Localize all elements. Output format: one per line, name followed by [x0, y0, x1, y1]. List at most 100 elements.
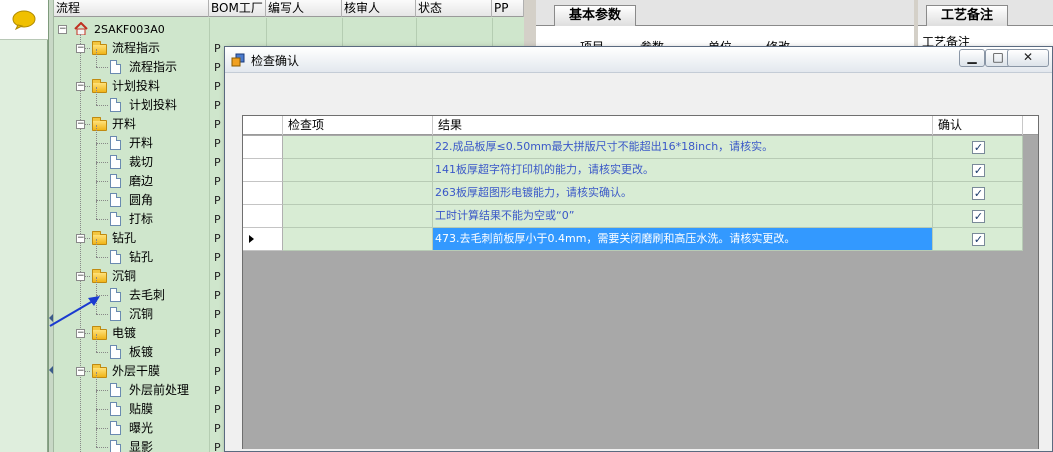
collapse-icon[interactable]: − [76, 82, 85, 91]
tab-basic-params[interactable]: 基本参数 [554, 5, 637, 26]
tree-node-label: 外层干膜 [112, 364, 161, 378]
document-icon [110, 250, 121, 264]
confirm-cell[interactable]: ✓ [933, 159, 1023, 182]
tree-connector [96, 409, 108, 410]
tree-col-reviewer[interactable]: 核审人 [342, 0, 416, 17]
grid-row[interactable]: 141板厚超字符打印机的能力，请核实更改。 ✓ [243, 159, 1038, 182]
check-mark-icon: ✓ [973, 233, 984, 246]
tree-connector [96, 200, 108, 201]
document-icon [110, 383, 121, 397]
tree-col-pp[interactable]: PP [492, 0, 524, 17]
collapse-icon[interactable]: − [76, 234, 85, 243]
folder-icon [92, 117, 107, 131]
result-cell[interactable]: 141板厚超字符打印机的能力，请核实更改。 [433, 159, 933, 182]
tab-process-notes[interactable]: 工艺备注 [926, 5, 1009, 26]
tree-node-pp: P [214, 384, 221, 397]
close-icon: ✕ [1022, 50, 1034, 64]
tree-connector [96, 144, 97, 162]
result-cell[interactable]: 22.成品板厚≤0.50mm最大拼版尺寸不能超出16*18inch，请核实。 [433, 136, 933, 159]
confirm-checkbox[interactable]: ✓ [972, 141, 985, 154]
confirm-checkbox[interactable]: ✓ [972, 164, 985, 177]
grid-col-result[interactable]: 结果 [433, 116, 933, 135]
grid-col-check-item[interactable]: 检查项 [283, 116, 433, 135]
tree-connector [96, 87, 97, 105]
tree-connector [96, 162, 108, 163]
row-selector[interactable] [243, 182, 283, 205]
dialog-titlebar[interactable]: 检查确认 ▁ □ ✕ [225, 47, 1052, 73]
tree-connector [96, 428, 108, 429]
tree-connector [96, 334, 97, 352]
row-selector[interactable] [243, 228, 283, 251]
tree-node-label: 计划投料 [129, 98, 178, 112]
tree-connector [96, 105, 108, 106]
document-icon [110, 421, 121, 435]
document-icon [110, 288, 121, 302]
tree-connector [96, 163, 97, 181]
home-icon [74, 22, 88, 35]
tree-col-status[interactable]: 状态 [416, 0, 492, 17]
tree-connector [96, 181, 108, 182]
tree-node-label: 去毛刺 [129, 288, 166, 302]
row-selector[interactable] [243, 136, 283, 159]
folder-icon [92, 79, 107, 93]
tree-node-label: 电镀 [112, 326, 137, 340]
tree-connector [96, 372, 97, 390]
collapse-icon[interactable]: − [58, 25, 67, 34]
tree-node-label: 显影 [129, 440, 154, 452]
tree-col-bom[interactable]: BOM工厂 [209, 0, 266, 17]
confirm-cell[interactable]: ✓ [933, 205, 1023, 228]
check-item-cell[interactable] [283, 205, 433, 228]
grid-col-confirm[interactable]: 确认 [933, 116, 1023, 135]
tree-node-label: 打标 [129, 212, 154, 226]
confirm-cell[interactable]: ✓ [933, 228, 1023, 251]
tree-col-writer[interactable]: 编写人 [266, 0, 342, 17]
tree-node-pp: P [214, 346, 221, 359]
result-cell[interactable]: 473.去毛刺前板厚小于0.4mm，需要关闭磨刷和高压水洗。请核实更改。 [433, 228, 933, 251]
confirm-checkbox[interactable]: ✓ [972, 233, 985, 246]
collapse-left-icon-2[interactable] [49, 366, 53, 374]
tree-node-label: 流程指示 [129, 60, 178, 74]
confirm-checkbox[interactable]: ✓ [972, 187, 985, 200]
tree-col-flow[interactable]: 流程 [54, 0, 209, 17]
grid-row[interactable]: 473.去毛刺前板厚小于0.4mm，需要关闭磨刷和高压水洗。请核实更改。 ✓ [243, 228, 1038, 251]
tree-node-pp: P [214, 441, 221, 452]
minimize-button[interactable]: ▁ [959, 49, 985, 67]
check-item-cell[interactable] [283, 182, 433, 205]
check-item-cell[interactable] [283, 159, 433, 182]
result-cell[interactable]: 263板厚超图形电镀能力，请核实确认。 [433, 182, 933, 205]
tree-node-label: 钻孔 [129, 250, 154, 264]
tree-connector [96, 49, 97, 67]
confirm-cell[interactable]: ✓ [933, 136, 1023, 159]
tree-node-pp: P [214, 42, 221, 55]
folder-icon [92, 364, 107, 378]
tree-node-pp: P [214, 137, 221, 150]
dialog-title: 检查确认 [251, 54, 300, 68]
check-item-cell[interactable] [283, 136, 433, 159]
collapse-icon[interactable]: − [76, 120, 85, 129]
grid-row[interactable]: 工时计算结果不能为空或“0” ✓ [243, 205, 1038, 228]
row-selector[interactable] [243, 159, 283, 182]
confirm-checkbox[interactable]: ✓ [972, 210, 985, 223]
check-item-cell[interactable] [283, 228, 433, 251]
row-selector[interactable] [243, 205, 283, 228]
collapse-icon[interactable]: − [76, 367, 85, 376]
check-mark-icon: ✓ [973, 164, 984, 177]
collapse-icon[interactable]: − [76, 272, 85, 281]
result-cell[interactable]: 工时计算结果不能为空或“0” [433, 205, 933, 228]
tree-connector [96, 352, 108, 353]
tree-node-pp: P [214, 422, 221, 435]
confirm-cell[interactable]: ✓ [933, 182, 1023, 205]
check-results-grid: 检查项 结果 确认 22.成品板厚≤0.50mm最大拼版尺寸不能超出16*18i… [242, 115, 1039, 449]
tree-connector [96, 257, 108, 258]
chat-button[interactable] [0, 0, 48, 40]
tree-node-label: 曝光 [129, 421, 154, 435]
close-button[interactable]: ✕ [1007, 49, 1049, 67]
tree-connector [96, 410, 97, 428]
tree-node-pp: P [214, 289, 221, 302]
collapse-icon[interactable]: − [76, 329, 85, 338]
grid-row[interactable]: 263板厚超图形电镀能力，请核实确认。 ✓ [243, 182, 1038, 205]
tree-node-label: 流程指示 [112, 41, 161, 55]
grid-row[interactable]: 22.成品板厚≤0.50mm最大拼版尺寸不能超出16*18inch，请核实。 ✓ [243, 136, 1038, 159]
check-confirm-dialog: 检查确认 ▁ □ ✕ 检查项 结果 确认 22.成品板厚≤0.50mm最大拼版尺… [224, 46, 1053, 452]
collapse-icon[interactable]: − [76, 44, 85, 53]
